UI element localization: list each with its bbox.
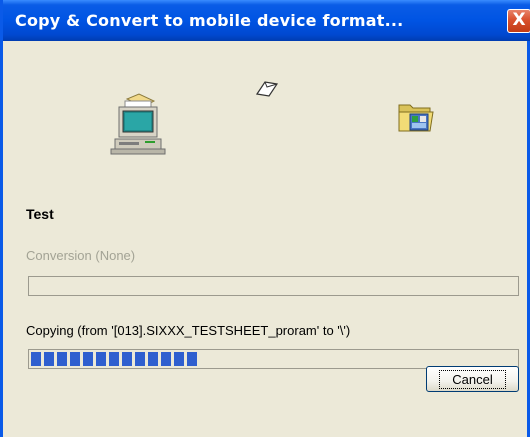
title-bar[interactable]: Copy & Convert to mobile device format..… — [3, 0, 530, 41]
folder-icon — [398, 104, 434, 132]
conversion-progress-bar — [28, 276, 519, 296]
copy-progress-fill — [31, 352, 199, 366]
copy-convert-dialog: Copy & Convert to mobile device format..… — [0, 0, 530, 437]
cancel-button-label: Cancel — [439, 369, 506, 389]
flying-paper-icon — [255, 81, 279, 97]
file-name-label: Test — [26, 206, 54, 222]
close-button[interactable]: X — [507, 9, 530, 33]
window-title: Copy & Convert to mobile device format..… — [15, 11, 404, 30]
conversion-label: Conversion (None) — [26, 248, 136, 263]
computer-icon — [110, 93, 166, 155]
cancel-button[interactable]: Cancel — [426, 366, 519, 392]
copying-label: Copying (from '[013].SIXXX_TESTSHEET_pro… — [26, 323, 351, 338]
